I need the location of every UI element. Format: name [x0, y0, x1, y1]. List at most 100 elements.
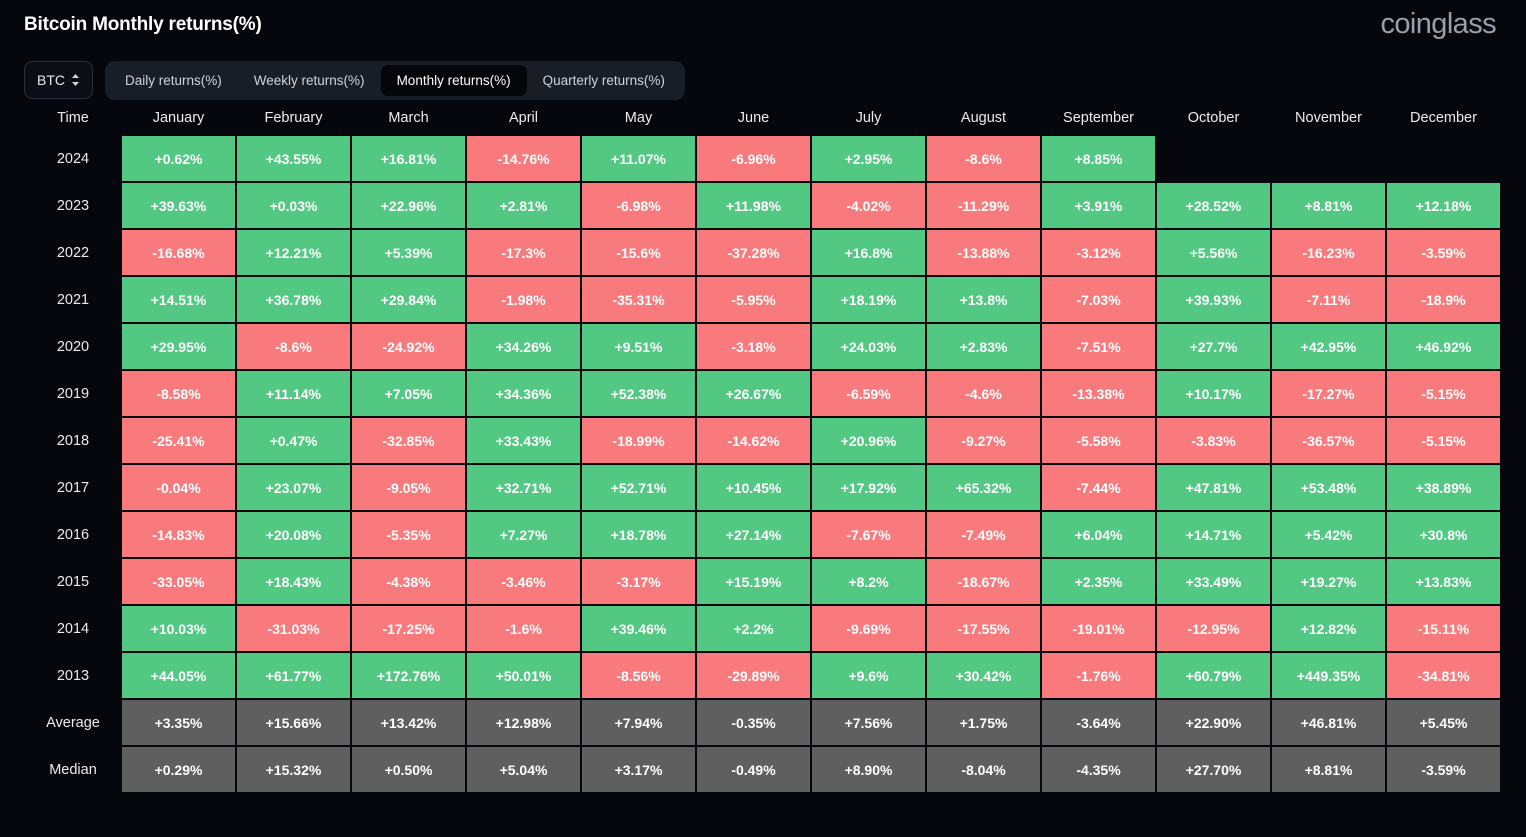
- row-header-2022: 2022: [56, 244, 90, 261]
- return-cell: +10.17%: [1157, 371, 1270, 416]
- return-cell: +27.70%: [1157, 747, 1270, 792]
- return-cell: -31.03%: [237, 606, 350, 651]
- return-cell: -34.81%: [1387, 653, 1500, 698]
- return-cell: +1.75%: [927, 700, 1040, 745]
- return-cell: -7.44%: [1042, 465, 1155, 510]
- return-cell: -7.03%: [1042, 277, 1155, 322]
- return-cell: -5.58%: [1042, 418, 1155, 463]
- return-cell: +11.14%: [237, 371, 350, 416]
- returns-period-tabs: Daily returns(%) Weekly returns(%) Month…: [105, 60, 685, 100]
- row-header-average: Average: [46, 714, 100, 731]
- symbol-select[interactable]: BTC: [24, 61, 93, 99]
- return-cell-empty: [1157, 136, 1270, 181]
- return-cell: +27.14%: [697, 512, 810, 557]
- column-header-may: May: [624, 110, 653, 126]
- column-header-july: July: [855, 110, 882, 126]
- coinglass-logo: coinglass: [1380, 8, 1497, 40]
- row-header-2021: 2021: [56, 291, 90, 308]
- return-cell: +18.43%: [237, 559, 350, 604]
- table-row: 2018 -25.41% +0.47% -32.85% +33.43% -18.99% -1…: [26, 418, 1500, 463]
- return-cell: +0.03%: [237, 183, 350, 228]
- return-cell: -5.15%: [1387, 418, 1500, 463]
- chevron-updown-icon: [71, 73, 80, 87]
- return-cell: -7.51%: [1042, 324, 1155, 369]
- return-cell: +16.8%: [812, 230, 925, 275]
- table-row: 2014 +10.03% -31.03% -17.25% -1.6% +39.46% +2.…: [26, 606, 1500, 651]
- column-header-september: September: [1063, 110, 1134, 126]
- return-cell: -36.57%: [1272, 418, 1385, 463]
- table-row: 2016 -14.83% +20.08% -5.35% +7.27% +18.78% +27…: [26, 512, 1500, 557]
- return-cell: -7.11%: [1272, 277, 1385, 322]
- return-cell: -14.83%: [122, 512, 235, 557]
- column-header-march: March: [388, 110, 429, 126]
- return-cell: +42.95%: [1272, 324, 1385, 369]
- row-header-2014: 2014: [56, 620, 90, 637]
- return-cell: +5.39%: [352, 230, 465, 275]
- return-cell: -3.83%: [1157, 418, 1270, 463]
- return-cell: -15.6%: [582, 230, 695, 275]
- return-cell: -13.88%: [927, 230, 1040, 275]
- return-cell: -3.17%: [582, 559, 695, 604]
- return-cell: -9.05%: [352, 465, 465, 510]
- return-cell: -3.64%: [1042, 700, 1155, 745]
- return-cell: +50.01%: [467, 653, 580, 698]
- return-cell: -17.55%: [927, 606, 1040, 651]
- return-cell: +2.2%: [697, 606, 810, 651]
- table-row: 2021 +14.51% +36.78% +29.84% -1.98% -35.31% -5…: [26, 277, 1500, 322]
- return-cell: +52.71%: [582, 465, 695, 510]
- return-cell: +0.50%: [352, 747, 465, 792]
- table-row: Median +0.29% +15.32% +0.50% +5.04% +3.17% -0.…: [26, 747, 1500, 792]
- return-cell: +29.84%: [352, 277, 465, 322]
- return-cell: -16.23%: [1272, 230, 1385, 275]
- return-cell: -7.67%: [812, 512, 925, 557]
- return-cell: +5.56%: [1157, 230, 1270, 275]
- monthly-returns-page: Bitcoin Monthly returns(%) coinglass BTC…: [0, 0, 1526, 837]
- return-cell: -14.62%: [697, 418, 810, 463]
- table-row: Average +3.35% +15.66% +13.42% +12.98% +7.94%…: [26, 700, 1500, 745]
- return-cell: -5.15%: [1387, 371, 1500, 416]
- return-cell: +22.90%: [1157, 700, 1270, 745]
- return-cell: +7.27%: [467, 512, 580, 557]
- return-cell: -4.38%: [352, 559, 465, 604]
- return-cell: +20.08%: [237, 512, 350, 557]
- tab-daily-returns[interactable]: Daily returns(%): [109, 65, 238, 96]
- return-cell: +33.49%: [1157, 559, 1270, 604]
- page-header: Bitcoin Monthly returns(%) coinglass: [0, 0, 1526, 48]
- return-cell: +27.7%: [1157, 324, 1270, 369]
- return-cell: +34.36%: [467, 371, 580, 416]
- return-cell: +14.51%: [122, 277, 235, 322]
- return-cell: +13.8%: [927, 277, 1040, 322]
- row-header-2018: 2018: [56, 432, 90, 449]
- return-cell: -3.59%: [1387, 747, 1500, 792]
- return-cell: -16.68%: [122, 230, 235, 275]
- tab-monthly-returns[interactable]: Monthly returns(%): [380, 64, 527, 96]
- return-cell: -8.56%: [582, 653, 695, 698]
- return-cell: -25.41%: [122, 418, 235, 463]
- return-cell: -18.99%: [582, 418, 695, 463]
- row-header-2015: 2015: [56, 573, 90, 590]
- tab-quarterly-returns[interactable]: Quarterly returns(%): [527, 65, 681, 96]
- return-cell: +17.92%: [812, 465, 925, 510]
- return-cell: +3.17%: [582, 747, 695, 792]
- return-cell: -1.6%: [467, 606, 580, 651]
- table-header-row: Time January February March April May June July…: [26, 102, 1500, 134]
- return-cell: -17.25%: [352, 606, 465, 651]
- column-header-april: April: [508, 110, 538, 126]
- return-cell: +2.95%: [812, 136, 925, 181]
- table-row: 2024 +0.62% +43.55% +16.81% -14.76% +11.07% -6…: [26, 136, 1500, 181]
- return-cell: +3.35%: [122, 700, 235, 745]
- return-cell: +52.38%: [582, 371, 695, 416]
- return-cell: -0.35%: [697, 700, 810, 745]
- row-header-2024: 2024: [56, 150, 90, 167]
- return-cell: -15.11%: [1387, 606, 1500, 651]
- return-cell: -17.3%: [467, 230, 580, 275]
- return-cell: -6.96%: [697, 136, 810, 181]
- table-body: 2024 +0.62% +43.55% +16.81% -14.76% +11.07% -6…: [26, 136, 1500, 792]
- return-cell: +30.42%: [927, 653, 1040, 698]
- column-header-august: August: [960, 110, 1007, 126]
- return-cell: +172.76%: [352, 653, 465, 698]
- tab-weekly-returns[interactable]: Weekly returns(%): [238, 65, 381, 96]
- return-cell: -8.6%: [237, 324, 350, 369]
- row-header-2017: 2017: [56, 479, 90, 496]
- return-cell: +28.52%: [1157, 183, 1270, 228]
